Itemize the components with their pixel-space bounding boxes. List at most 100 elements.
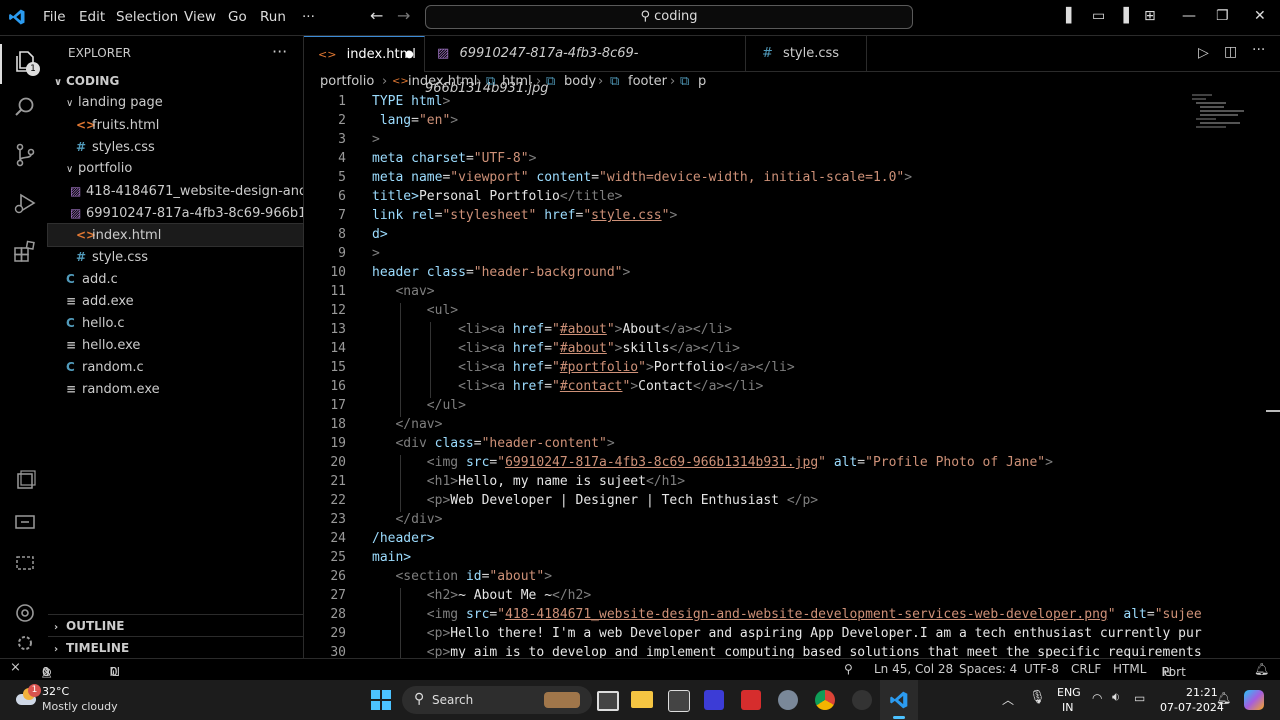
chrome-icon[interactable] [815,690,835,710]
tree-file-hello-c[interactable]: Chello.c [48,312,303,334]
menu-more[interactable]: ··· [302,9,315,25]
tree-file-random-c[interactable]: Crandom.c [48,356,303,378]
tree-file-jpg[interactable]: ▨ 69910247-817a-4fb3-8c69-966b13... [48,202,303,224]
breadcrumb-portfolio[interactable]: portfolio [320,71,374,92]
menu-file[interactable]: File [43,9,66,25]
taskbar-search[interactable]: ⚲ Search [402,686,592,714]
language-indicator[interactable]: ENG [1057,686,1081,699]
more-actions-icon[interactable]: ··· [272,42,287,61]
customize-layout-icon[interactable]: ⊞ [1144,8,1156,24]
menu-go[interactable]: Go [228,9,247,25]
end-of-line[interactable]: CRLF [1071,662,1101,676]
tree-file-add-exe[interactable]: ≡ add.exe [48,290,303,312]
copilot-icon[interactable] [1244,690,1264,710]
tree-file-hello-exe[interactable]: ≡ hello.exe [48,334,303,356]
screen-capture-icon[interactable] [12,550,38,576]
chevron-up-icon[interactable]: ︿ [1002,691,1014,708]
split-editor-icon[interactable]: ◫ [1224,44,1237,60]
code-link[interactable]: #contact [560,379,623,394]
breadcrumb-footer[interactable]: footer [628,71,667,92]
breadcrumb-index-html[interactable]: index.html [408,71,477,92]
microphone-icon[interactable]: 🎙︎ [1029,690,1046,705]
breadcrumb-html[interactable]: html [502,71,532,92]
mcafee-icon[interactable] [741,690,761,710]
tab-jpg[interactable]: ▨ 69910247-817a-4fb3-8c69-966b1314b931.j… [425,36,746,96]
tree-file-add-c[interactable]: Cadd.c [48,268,303,290]
run-debug-icon[interactable] [12,190,38,216]
tree-folder-portfolio[interactable]: ∨ portfolio [48,158,303,180]
tree-file-index-html[interactable]: <>index.html [47,223,304,247]
code-token: <li><a [458,360,506,375]
vscode-taskbar-button[interactable] [880,680,918,720]
microsoft-store-icon[interactable] [668,690,690,712]
toggle-panel-icon[interactable]: ▭ [1092,8,1105,24]
manage-gear-icon[interactable] [12,630,38,656]
code-link[interactable]: #about [560,341,607,356]
minimap[interactable] [1192,92,1252,156]
code-link[interactable]: #portfolio [560,360,638,375]
remote-explorer-icon[interactable] [12,468,38,494]
file-explorer-icon[interactable] [631,691,653,708]
close-icon[interactable]: ✕ [1254,8,1266,24]
timeline-section[interactable]: › TIMELINE [48,637,303,659]
tree-file-style-css[interactable]: # style.css [48,246,303,268]
command-center-search[interactable]: ⚲ coding [425,5,913,29]
run-icon[interactable]: ▷ [1198,45,1209,61]
more-actions-icon[interactable]: ··· [1252,42,1265,58]
tree-file-styles-css[interactable]: # styles.css [48,136,303,158]
tree-file-random-exe[interactable]: ≡ random.exe [48,378,303,400]
menu-selection[interactable]: Selection [116,9,178,25]
search-icon[interactable] [12,94,38,120]
indentation[interactable]: Spaces: 4 [959,662,1017,676]
source-control-icon[interactable] [12,142,38,168]
code-link[interactable]: 69910247-817a-4fb3-8c69-966b1314b931.jpg [505,455,818,470]
breadcrumb-p[interactable]: p [698,71,706,92]
minimize-icon[interactable]: — [1182,8,1196,24]
code-token: Hello there! I'm a web Developer and asp… [450,626,1202,641]
menu-view[interactable]: View [184,9,216,25]
breadcrumb-body[interactable]: body [564,71,596,92]
app-icon[interactable] [704,690,724,710]
tree-root-coding[interactable]: ∨ CODING [48,70,303,92]
menu-edit[interactable]: Edit [79,9,105,25]
back-arrow-icon[interactable]: ← [370,6,383,25]
toggle-secondary-sidebar-icon[interactable]: ▐ [1118,8,1129,24]
battery-icon[interactable]: ▭ [1134,691,1145,705]
forward-arrow-icon[interactable]: → [397,6,410,25]
unsaved-dot-icon[interactable]: ● [405,37,414,72]
tree-file-fruits-html[interactable]: <>fruits.html [48,114,303,136]
cursor-position[interactable]: Ln 45, Col 28 [874,662,953,676]
code-token: > [904,170,913,185]
code-link[interactable]: 418-4184671_website-design-and-website-d… [505,607,1108,622]
task-view-icon[interactable] [597,691,619,711]
menu-run[interactable]: Run [260,9,286,25]
tree-file-png[interactable]: ▨ 418-4184671_website-design-and-... [48,180,303,202]
tab-style-css[interactable]: # style.css [746,36,867,71]
code-editor[interactable]: 1 2 3 4 5 6 7 8 9 10 11 12 13 14 15 16 1… [304,92,1280,658]
code-link[interactable]: #about [560,322,607,337]
notifications-bell-icon[interactable]: 🔔︎ [1254,662,1269,676]
notification-bell-icon[interactable]: 🔔︎ [1216,691,1231,705]
tab-index-html[interactable]: <> index.html ● [304,36,425,72]
zoom-icon[interactable]: ⚲ [844,662,853,676]
scrollbar-thumb[interactable] [1266,410,1280,412]
volume-icon[interactable]: 🔉︎ [1112,690,1120,705]
code-token: > [544,569,553,584]
toggle-primary-sidebar-icon[interactable]: ▌ [1066,8,1077,24]
code-link[interactable]: style.css [591,208,661,223]
language-mode[interactable]: HTML [1113,662,1146,676]
remote-icon[interactable]: ⨯ [10,660,21,675]
accounts-icon[interactable] [12,600,38,626]
windows-start-icon[interactable] [371,690,391,710]
tree-folder-landing-page[interactable]: ∨ landing page [48,92,303,114]
testing-icon[interactable] [12,509,38,535]
code-line-6: title>Personal Portfolio</title> [372,189,622,204]
maximize-icon[interactable]: ❐ [1216,8,1229,24]
wifi-icon[interactable]: ◠ [1092,691,1102,705]
clock-time[interactable]: 21:21 [1186,686,1218,699]
settings-gear-icon[interactable] [778,690,798,710]
extensions-icon[interactable] [12,238,38,264]
github-icon[interactable] [852,690,872,710]
outline-section[interactable]: › OUTLINE [48,615,303,637]
encoding[interactable]: UTF-8 [1024,662,1059,676]
